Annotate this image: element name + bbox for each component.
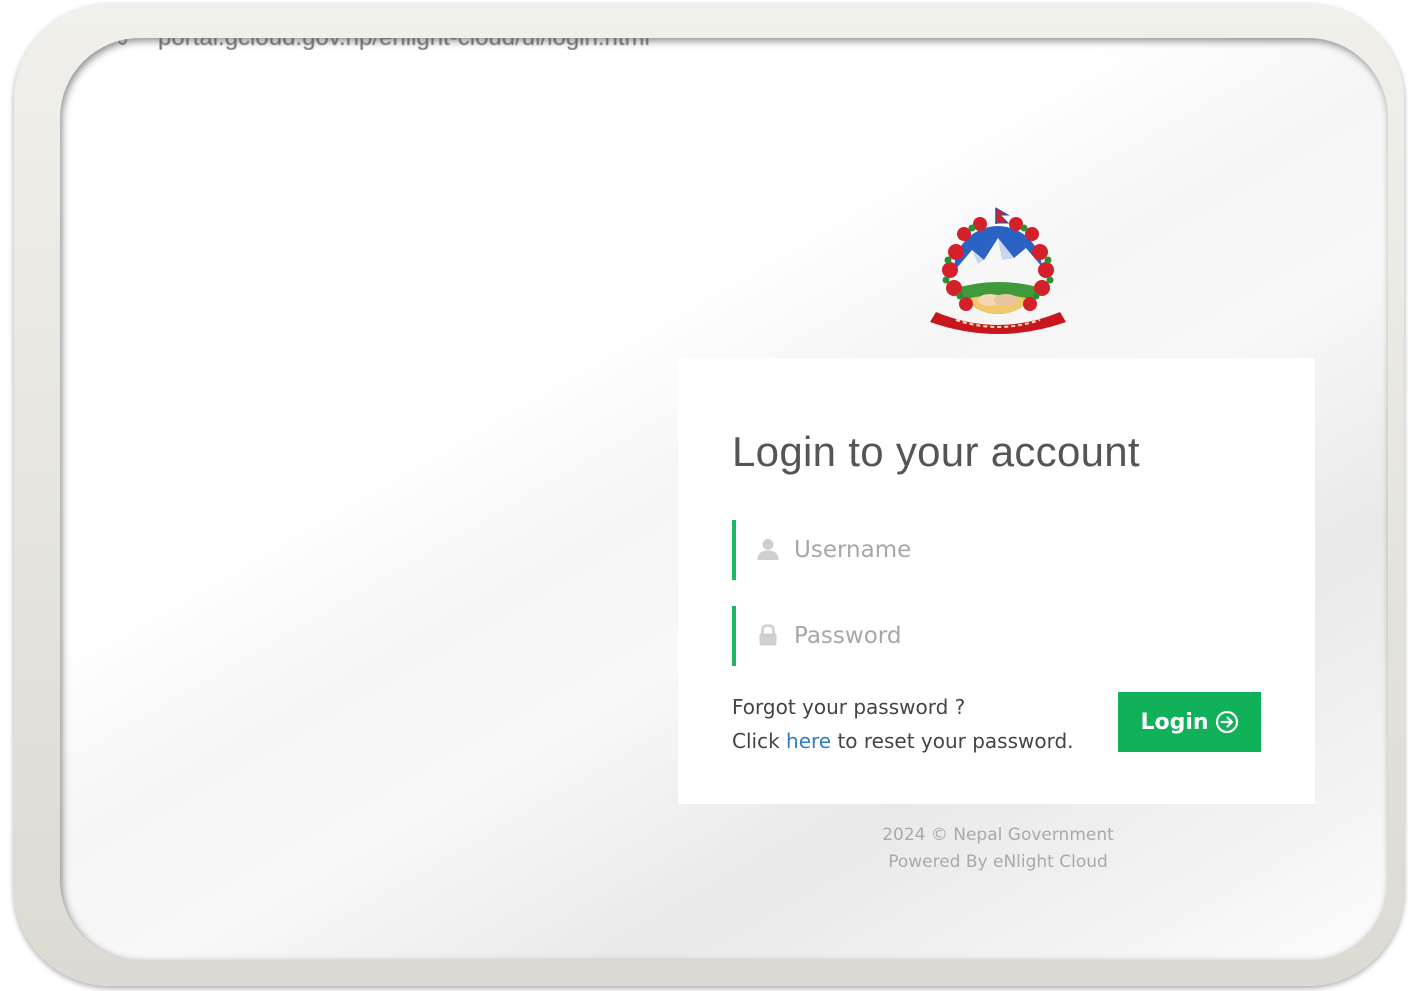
lock-icon xyxy=(759,624,777,646)
reset-password-line: Click here to reset your password. xyxy=(732,724,1074,758)
login-card: Login to your account Forgot your passwo… xyxy=(678,358,1315,804)
reset-prefix: Click xyxy=(732,729,787,753)
circle-arrow-right-icon xyxy=(1215,710,1238,734)
username-field[interactable] xyxy=(732,520,1262,580)
device-bezel: portal.gcloud.gov.np/enlight-cloud/ui/lo… xyxy=(14,4,1404,986)
password-input[interactable] xyxy=(794,616,1234,656)
forgot-password-question: Forgot your password ? xyxy=(732,695,966,719)
footer: 2024 © Nepal Government Powered By eNlig… xyxy=(760,822,1236,876)
footer-copyright: 2024 © Nepal Government xyxy=(882,825,1114,845)
screen: portal.gcloud.gov.np/enlight-cloud/ui/lo… xyxy=(60,38,1388,960)
nepal-emblem-icon xyxy=(930,207,1066,334)
forgot-password-text: Forgot your password ? Click here to res… xyxy=(732,690,1074,758)
user-icon xyxy=(757,539,779,560)
login-button-label: Login xyxy=(1140,709,1209,735)
reset-suffix: to reset your password. xyxy=(831,729,1074,753)
address-bar-dot-icon xyxy=(118,38,127,45)
username-input[interactable] xyxy=(794,530,1234,570)
address-url[interactable]: portal.gcloud.gov.np/enlight-cloud/ui/lo… xyxy=(158,38,650,50)
address-bar[interactable]: portal.gcloud.gov.np/enlight-cloud/ui/lo… xyxy=(60,38,1388,50)
login-title: Login to your account xyxy=(732,428,1140,475)
password-field[interactable] xyxy=(732,606,1262,666)
login-button[interactable]: Login xyxy=(1118,692,1261,752)
reset-password-link[interactable]: here xyxy=(786,729,831,753)
footer-powered-by: Powered By eNlight Cloud xyxy=(888,852,1108,872)
